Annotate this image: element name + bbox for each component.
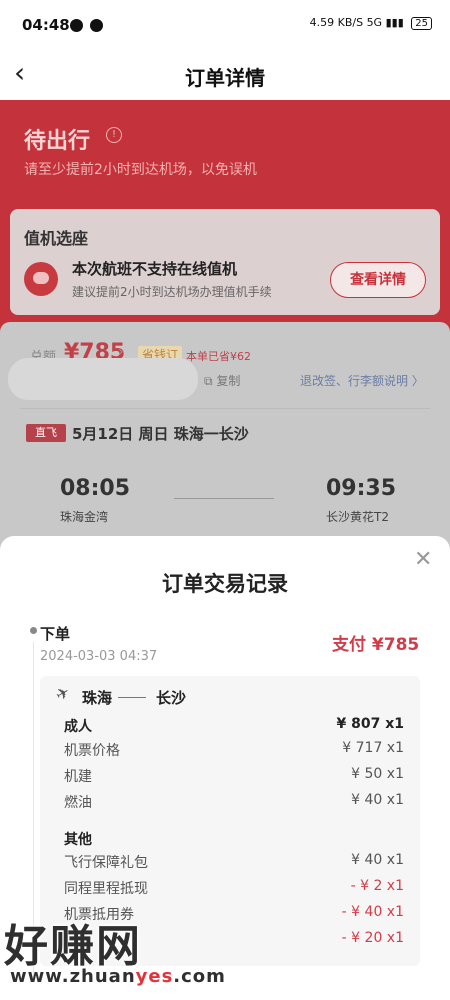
checkin-title: 值机选座 [24, 229, 89, 248]
event-label: 下单 [40, 625, 71, 643]
departure-time: 08:05 [60, 476, 131, 501]
battery-icon: 25 [411, 17, 432, 30]
row-value: ¥ 40 x1 [351, 792, 404, 808]
watermark-url-highlight: yes [135, 966, 174, 987]
row-value: - ¥ 2 x1 [350, 878, 404, 894]
arrival-time: 09:35 [326, 476, 397, 501]
order-number-blurred [8, 358, 198, 400]
net-speed: 4.59 KB/S [309, 16, 364, 29]
row-label: 机票价格 [64, 743, 120, 759]
nav-header: ‹ 订单详情 [0, 50, 450, 102]
row-label: 成人 [64, 719, 92, 735]
row-value: ¥ 807 x1 [336, 716, 404, 732]
sheet-title: 订单交易记录 [162, 572, 288, 596]
flight-route: 5月12日 周日 珠海一长沙 [72, 425, 249, 443]
arrival-airport: 长沙黄花T2 [326, 510, 389, 524]
row-label: 飞行保障礼包 [64, 855, 148, 871]
watermark-url-part: .com [173, 966, 226, 987]
signal-bars-icon: ▮▮▮ [385, 16, 404, 29]
info-icon[interactable]: ! [106, 127, 122, 143]
copy-label: 复制 [216, 374, 241, 388]
checkin-message: 本次航班不支持在线值机 [72, 260, 238, 278]
copy-button[interactable]: ⧉ 复制 [204, 372, 240, 389]
row-value: ¥ 50 x1 [351, 766, 404, 782]
save-note: 本单已省¥62 [186, 350, 251, 363]
page-title: 订单详情 [185, 66, 265, 90]
divider [20, 408, 430, 409]
message-icon [90, 19, 103, 32]
signal-icon: 5G [366, 16, 383, 29]
checkin-hint: 建议提前2小时到达机场办理值机手续 [72, 285, 272, 299]
event-date: 2024-03-03 04:37 [40, 649, 158, 664]
direct-flight-tag: 直飞 [26, 424, 66, 442]
row-value: - ¥ 20 x1 [341, 930, 404, 946]
pay-amount: 支付 ¥785 [332, 635, 420, 655]
destination-city: 长沙 [156, 689, 187, 707]
row-label: 机建 [64, 769, 92, 785]
airline-logo-mark [33, 272, 49, 284]
notification-dot-icon [70, 19, 83, 32]
departure-airport: 珠海金湾 [60, 510, 109, 524]
watermark-url-part: www.zhuan [10, 966, 136, 987]
row-value: ¥ 717 x1 [342, 740, 404, 756]
watermark-url: www.zhuanyes.com [10, 966, 226, 987]
row-label: 其他 [64, 832, 92, 848]
system-icons: 4.59 KB/S 5G ▮▮▮ 25 [310, 16, 432, 30]
rules-link[interactable]: 退改签、行李额说明 〉 [300, 372, 424, 389]
trip-status-title: 待出行 [24, 129, 91, 154]
row-value: - ¥ 40 x1 [341, 904, 404, 920]
copy-icon: ⧉ [204, 374, 217, 388]
flight-duration-line [174, 498, 274, 499]
status-time: 04:48 [22, 16, 70, 34]
route-arrow-icon [118, 697, 146, 698]
row-label: 燃油 [64, 795, 92, 811]
watermark-logo: 好赚网 [4, 921, 142, 972]
timeline-dot-icon [30, 627, 37, 634]
view-details-button[interactable]: 查看详情 [330, 262, 426, 298]
trip-status-subtitle: 请至少提前2小时到达机场，以免误机 [24, 162, 257, 178]
row-label: 同程里程抵现 [64, 881, 148, 897]
row-value: ¥ 40 x1 [351, 852, 404, 868]
close-icon[interactable]: ✕ [414, 548, 432, 572]
origin-city: 珠海 [82, 689, 113, 707]
